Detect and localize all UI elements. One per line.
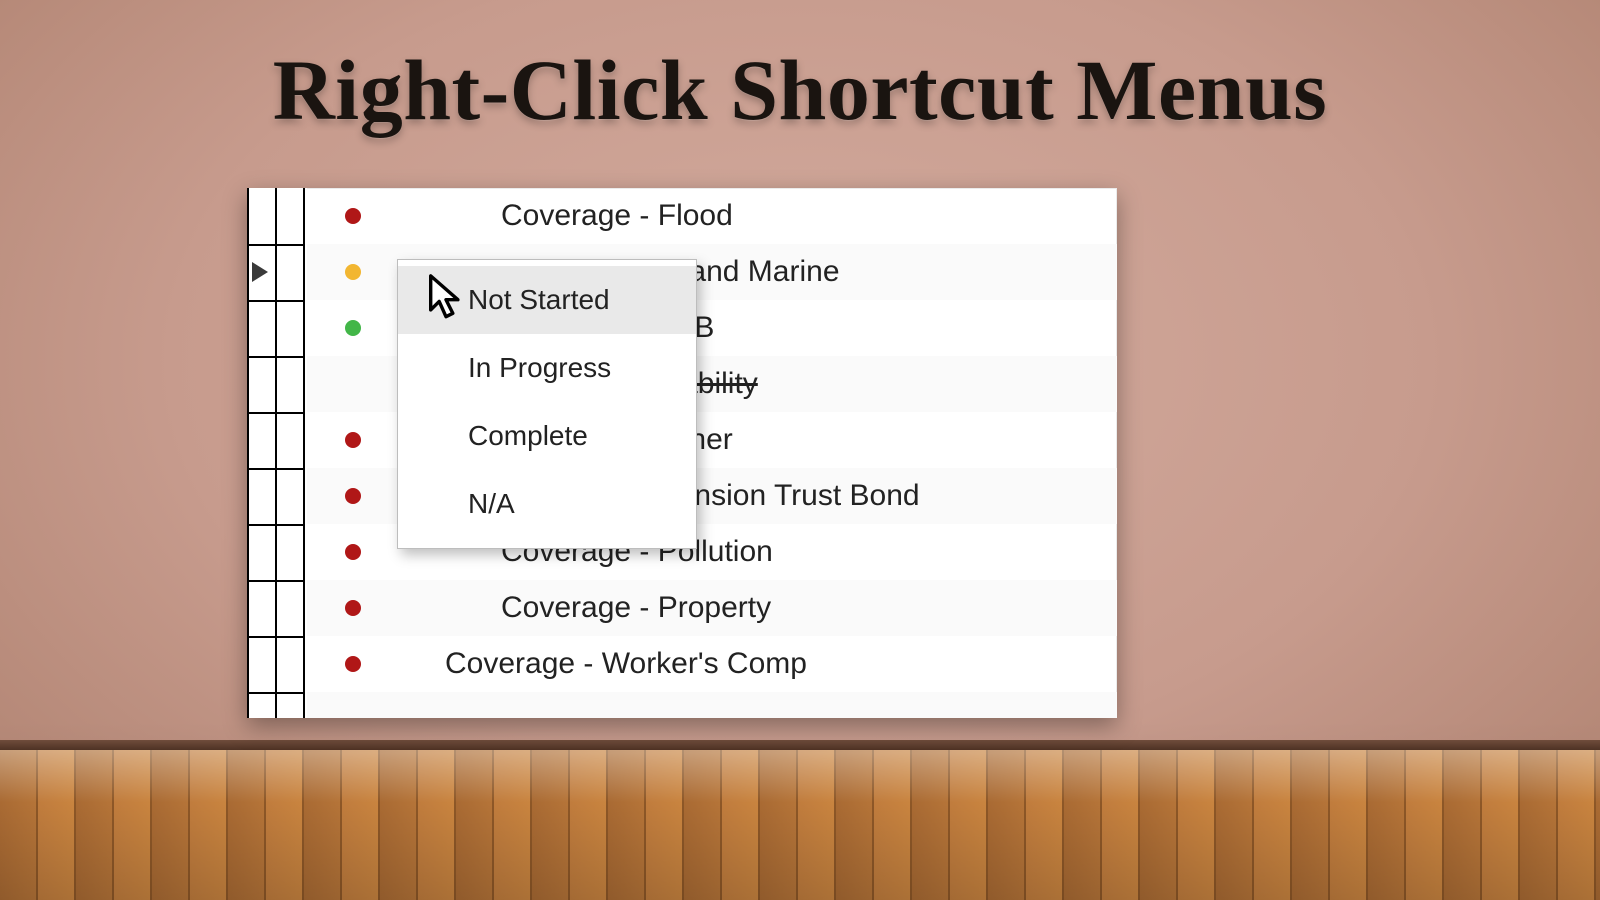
status-dot-icon (345, 488, 361, 504)
baseboard (0, 740, 1600, 750)
slide-stage: Right-Click Shortcut Menus Coverage - Fl… (0, 0, 1600, 900)
status-dot-icon (345, 600, 361, 616)
floor-background (0, 750, 1600, 900)
list-item[interactable]: Coverage - Flood (307, 188, 1117, 244)
list-item-empty (307, 692, 1117, 718)
status-dot-icon (345, 376, 361, 392)
menu-item-complete[interactable]: Complete (398, 402, 696, 470)
list-item-label: Coverage - Property (501, 591, 771, 625)
status-dot-icon (345, 320, 361, 336)
menu-item-label: Complete (468, 420, 588, 452)
status-dot-icon (345, 264, 361, 280)
list-item-label: Coverage - Worker's Comp (445, 647, 807, 681)
list-item-label: Coverage - Flood (501, 199, 733, 233)
menu-item-in-progress[interactable]: In Progress (398, 334, 696, 402)
slide-title: Right-Click Shortcut Menus (0, 40, 1600, 140)
screenshot-panel: Coverage - Flood Coverage - Inland Marin… (247, 188, 1117, 718)
status-dot-icon (345, 544, 361, 560)
status-dot-icon (345, 432, 361, 448)
context-menu: Not Started In Progress Complete N/A (397, 259, 697, 549)
menu-item-label: N/A (468, 488, 515, 520)
menu-item-label: Not Started (468, 284, 610, 316)
status-dot-icon (345, 208, 361, 224)
status-dot-icon (345, 656, 361, 672)
menu-item-not-started[interactable]: Not Started (398, 266, 696, 334)
menu-item-na[interactable]: N/A (398, 470, 696, 538)
list-item[interactable]: Coverage - Worker's Comp (307, 636, 1117, 692)
menu-item-label: In Progress (468, 352, 611, 384)
row-selector-icon (252, 262, 268, 282)
list-item[interactable]: Coverage - Property (307, 580, 1117, 636)
